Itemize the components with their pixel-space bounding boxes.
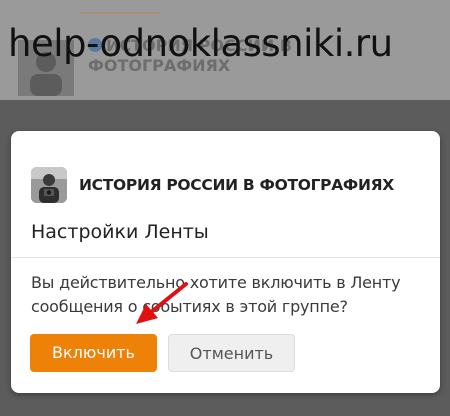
watermark-text: help-odnoklassniki.ru [8, 22, 393, 65]
dialog-message: Вы действительно хотите включить в Ленту… [31, 273, 401, 316]
dialog-group-row: ИСТОРИЯ РОССИИ В ФОТОГРАФИЯХ [31, 167, 394, 203]
background-tab-indicator [80, 12, 160, 14]
feed-settings-dialog: ИСТОРИЯ РОССИИ В ФОТОГРАФИЯХ Настройки Л… [11, 131, 440, 393]
group-avatar-photo-icon [31, 167, 67, 203]
dialog-group-name: ИСТОРИЯ РОССИИ В ФОТОГРАФИЯХ [79, 176, 394, 194]
screen: ИСТОРИЯ РОССИИ В ФОТОГРАФИЯХ help-odnokl… [0, 0, 450, 416]
cancel-button[interactable]: Отменить [168, 334, 295, 372]
enable-button[interactable]: Включить [30, 334, 157, 372]
dialog-title: Настройки Ленты [31, 221, 209, 243]
dialog-divider [11, 257, 440, 258]
